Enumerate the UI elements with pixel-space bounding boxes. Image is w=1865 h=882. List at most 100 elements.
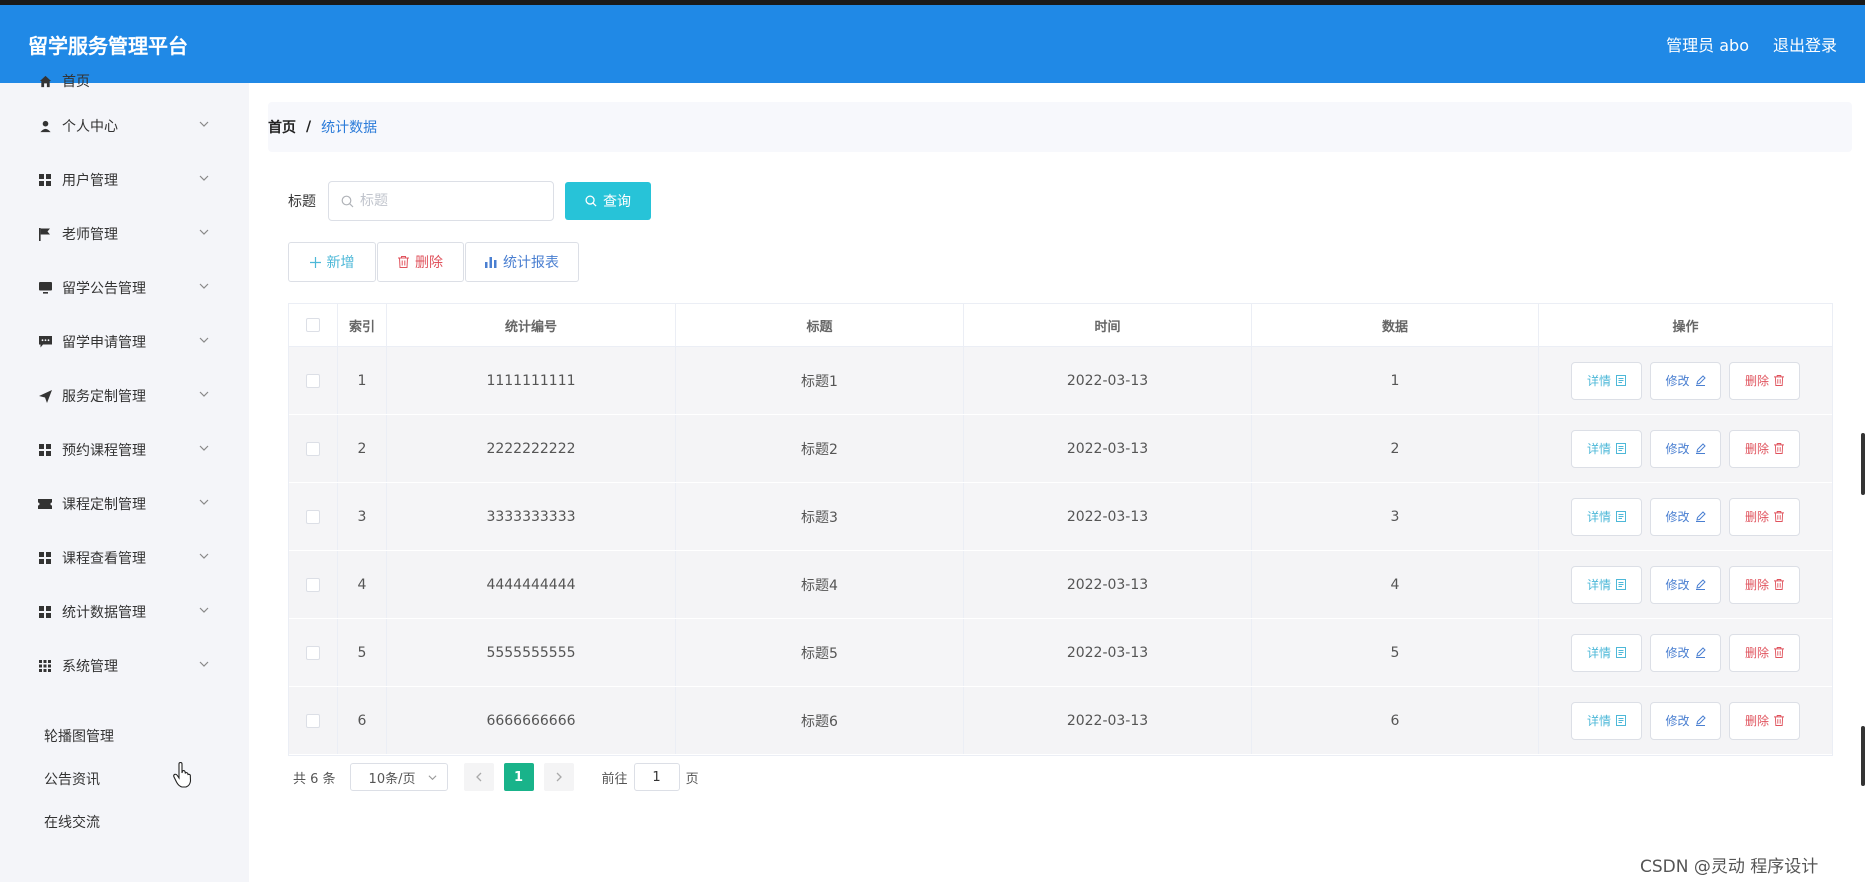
cell-title: 标题1 (676, 347, 964, 414)
row-delete-button[interactable]: 删除 (1729, 633, 1800, 672)
table-row[interactable]: 3 3333333333 标题3 2022-03-13 3 详情 修改 删除 (289, 483, 1832, 551)
detail-label: 详情 (1586, 714, 1611, 728)
grid-icon (38, 551, 52, 565)
app-brand: 留学服务管理平台 (28, 33, 188, 58)
edit-button[interactable]: 修改 (1650, 633, 1721, 672)
report-button[interactable]: 统计报表 (465, 242, 579, 282)
send-icon (38, 389, 52, 403)
sidebar-item-course-view[interactable]: 课程查看管理 (0, 538, 249, 578)
edit-button[interactable]: 修改 (1650, 701, 1721, 740)
chevron-down-icon (199, 499, 209, 505)
sidebar-item-label: 服务定制管理 (62, 389, 146, 405)
sidebar-item-users[interactable]: 用户管理 (0, 160, 249, 200)
select-all-checkbox[interactable] (306, 318, 320, 332)
detail-button[interactable]: 详情 (1571, 429, 1642, 468)
detail-button[interactable]: 详情 (1571, 633, 1642, 672)
sidebar-item-system[interactable]: 系统管理 (0, 646, 249, 686)
sidebar-item-teachers[interactable]: 老师管理 (0, 214, 249, 254)
row-select[interactable] (289, 687, 338, 754)
edit-button[interactable]: 修改 (1650, 565, 1721, 604)
flag-icon (38, 227, 52, 241)
table-row[interactable]: 5 5555555555 标题5 2022-03-13 5 详情 修改 删除 (289, 619, 1832, 687)
breadcrumb-home[interactable]: 首页 (268, 117, 296, 137)
goto-page-input[interactable] (633, 763, 680, 791)
table-row[interactable]: 2 2222222222 标题2 2022-03-13 2 详情 修改 删除 (289, 415, 1832, 483)
row-delete-button[interactable]: 删除 (1729, 497, 1800, 536)
table-row[interactable]: 4 4444444444 标题4 2022-03-13 4 详情 修改 删除 (289, 551, 1832, 619)
edit-button[interactable]: 修改 (1650, 361, 1721, 400)
row-checkbox[interactable] (306, 577, 320, 592)
row-checkbox[interactable] (306, 441, 320, 456)
scrollbar-thumb-secondary[interactable] (1861, 726, 1865, 786)
sidebar-item-label: 留学公告管理 (62, 281, 146, 297)
row-select[interactable] (289, 415, 338, 482)
cell-code: 3333333333 (387, 483, 676, 550)
hand-cursor-icon (173, 762, 192, 788)
page-size-select[interactable]: 10条/页 (349, 763, 448, 791)
header-select-all[interactable] (289, 304, 338, 346)
detail-button[interactable]: 详情 (1571, 565, 1642, 604)
current-user[interactable]: 管理员 abo (1666, 32, 1749, 56)
sidebar-item-course-custom[interactable]: 课程定制管理 (0, 484, 249, 524)
detail-label: 详情 (1586, 578, 1611, 592)
prev-page-button[interactable] (463, 763, 494, 791)
row-select[interactable] (289, 483, 338, 550)
row-delete-button[interactable]: 删除 (1729, 429, 1800, 468)
chevron-down-icon (199, 283, 209, 289)
chevron-down-icon (199, 661, 209, 667)
next-page-button[interactable] (543, 763, 574, 791)
edit-icon (1695, 579, 1706, 590)
sidebar-item-label: 统计数据管理 (62, 605, 146, 621)
sidebar-item-applications[interactable]: 留学申请管理 (0, 322, 249, 362)
sidebar-subitem-carousel[interactable]: 轮播图管理 (0, 718, 249, 754)
detail-label: 详情 (1586, 510, 1611, 524)
cell-title: 标题5 (676, 619, 964, 686)
detail-button[interactable]: 详情 (1571, 701, 1642, 740)
chevron-down-icon (199, 337, 209, 343)
add-button[interactable]: 新增 (288, 242, 376, 282)
detail-button[interactable]: 详情 (1571, 497, 1642, 536)
sidebar-item-statistics[interactable]: 统计数据管理 (0, 592, 249, 632)
row-checkbox[interactable] (306, 645, 320, 660)
edit-button[interactable]: 修改 (1650, 429, 1721, 468)
sidebar-item-service-custom[interactable]: 服务定制管理 (0, 376, 249, 416)
sidebar-subitem-news[interactable]: 公告资讯 (0, 761, 249, 797)
trash-icon (398, 256, 409, 268)
row-checkbox[interactable] (306, 713, 320, 728)
apps-icon (38, 659, 52, 673)
row-delete-button[interactable]: 删除 (1729, 361, 1800, 400)
row-select[interactable] (289, 551, 338, 618)
row-select[interactable] (289, 347, 338, 414)
row-delete-button[interactable]: 删除 (1729, 701, 1800, 740)
row-checkbox[interactable] (306, 509, 320, 524)
delete-button[interactable]: 删除 (377, 242, 464, 282)
sidebar-item-announcements[interactable]: 留学公告管理 (0, 268, 249, 308)
sidebar-item-personal[interactable]: 个人中心 (0, 106, 249, 146)
grid-icon (38, 173, 52, 187)
query-button[interactable]: 查询 (565, 182, 651, 220)
row-checkbox[interactable] (306, 373, 320, 388)
sidebar-item-course-booking[interactable]: 预约课程管理 (0, 430, 249, 470)
edit-label: 修改 (1665, 374, 1690, 388)
search-input[interactable] (360, 193, 540, 209)
row-select[interactable] (289, 619, 338, 686)
page-number-current[interactable]: 1 (503, 763, 534, 791)
sidebar-item-label: 首页 (62, 74, 90, 90)
cell-ops: 详情 修改 删除 (1539, 551, 1832, 618)
sidebar-item-home[interactable]: 首页 (0, 61, 249, 101)
search-field[interactable] (328, 181, 554, 221)
detail-button[interactable]: 详情 (1571, 361, 1642, 400)
cell-index: 4 (338, 551, 387, 618)
chevron-left-icon (475, 772, 482, 782)
trash-icon (1774, 375, 1784, 386)
edit-button[interactable]: 修改 (1650, 497, 1721, 536)
sidebar-subitem-chat[interactable]: 在线交流 (0, 804, 249, 840)
row-delete-button[interactable]: 删除 (1729, 565, 1800, 604)
watermark: CSDN @灵动 程序设计 (1640, 857, 1819, 877)
scrollbar-thumb[interactable] (1861, 433, 1865, 495)
logout-link[interactable]: 退出登录 (1773, 32, 1837, 56)
document-icon (1616, 579, 1626, 590)
table-row[interactable]: 1 1111111111 标题1 2022-03-13 1 详情 修改 删除 (289, 347, 1832, 415)
table-row[interactable]: 6 6666666666 标题6 2022-03-13 6 详情 修改 删除 (289, 687, 1832, 755)
document-icon (1616, 443, 1626, 454)
